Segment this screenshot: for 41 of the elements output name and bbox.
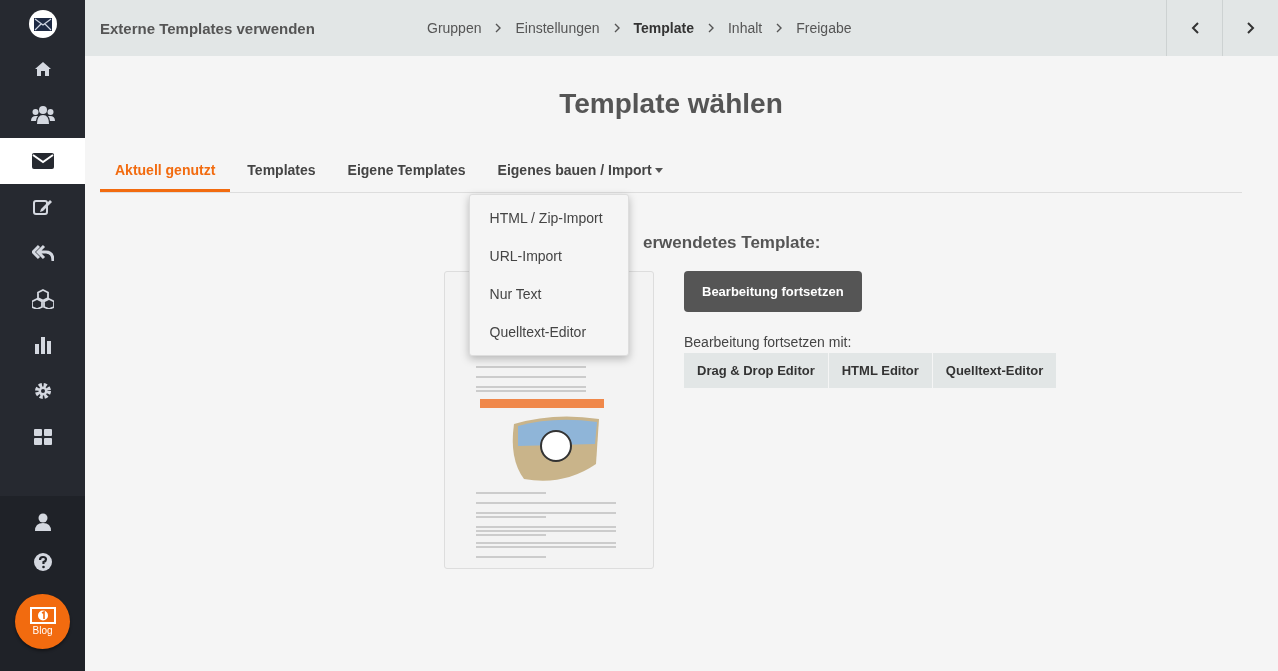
banknote-icon: [29, 607, 56, 624]
envelope-logo-icon: [33, 17, 52, 31]
chevron-right-icon: [776, 23, 783, 33]
edit-icon: [32, 198, 53, 216]
continue-with-label: Bearbeitung fortsetzen mit:: [684, 334, 852, 350]
editor-option-button[interactable]: HTML Editor: [828, 353, 933, 388]
bar-chart-icon: [33, 336, 52, 354]
chevron-right-icon: [1246, 22, 1255, 34]
breadcrumb-step[interactable]: Inhalt: [728, 20, 763, 36]
chevron-right-icon: [495, 23, 502, 33]
menu-item[interactable]: URL-Import: [469, 237, 628, 275]
tab[interactable]: Templates: [232, 150, 331, 192]
menu-item[interactable]: Nur Text: [469, 275, 628, 313]
cubes-icon: [31, 289, 54, 309]
menu-item[interactable]: HTML / Zip-Import: [469, 199, 628, 237]
sidebar-item[interactable]: [0, 138, 85, 184]
mail-icon: [31, 153, 54, 169]
menu-item[interactable]: Quelltext-Editor: [469, 313, 628, 351]
reply-all-icon: [31, 244, 54, 262]
editor-option-button[interactable]: Drag & Drop Editor: [684, 353, 829, 388]
users-icon: [30, 105, 55, 125]
grid-icon: [33, 429, 52, 445]
chevron-right-icon: [708, 23, 714, 33]
page-title: Externe Templates verwenden: [100, 19, 316, 37]
continue-editing-button[interactable]: Bearbeitung fortsetzen: [684, 271, 862, 312]
settings-icon: [33, 382, 52, 400]
breadcrumb-step[interactable]: Einstellungen: [515, 20, 600, 36]
user-icon: [34, 513, 51, 531]
breadcrumb-step[interactable]: Gruppen: [427, 20, 482, 36]
breadcrumb-step[interactable]: Template: [633, 20, 694, 36]
page-heading: Template wählen: [558, 88, 784, 120]
section-heading: erwendetes Template:: [643, 233, 821, 252]
chevron-left-icon: [1190, 22, 1199, 34]
chevron-right-icon: [613, 23, 620, 33]
breadcrumb-step[interactable]: Freigabe: [796, 20, 852, 36]
tab[interactable]: Eigenes bauen / Import: [482, 150, 678, 192]
editor-option-button[interactable]: Quelltext-Editor: [932, 353, 1058, 388]
help-icon: [33, 553, 52, 571]
logo[interactable]: [28, 10, 57, 38]
home-icon: [33, 61, 52, 77]
tab[interactable]: Eigene Templates: [332, 150, 481, 192]
